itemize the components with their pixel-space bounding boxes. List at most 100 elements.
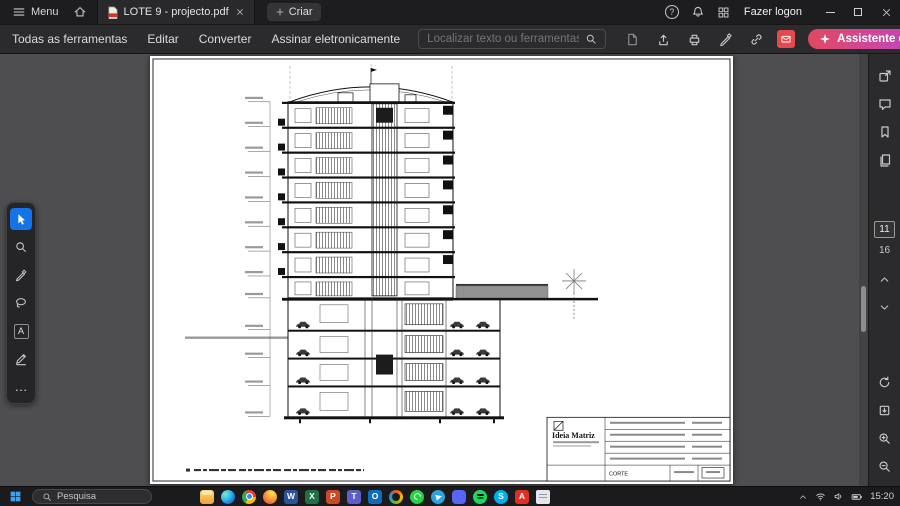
- battery-icon[interactable]: [851, 491, 863, 503]
- previous-page-button[interactable]: [876, 270, 894, 288]
- export-pdf-button[interactable]: [622, 29, 642, 49]
- document-tab-title: LOTE 9 - projecto.pdf: [124, 6, 229, 18]
- sign-button[interactable]: [715, 29, 735, 49]
- document-canvas[interactable]: Ideia Matriz CORTE: [0, 54, 868, 486]
- taskbar-app-teams[interactable]: T: [347, 490, 361, 504]
- close-window-button[interactable]: [872, 0, 900, 24]
- system-tray: 15:20: [798, 491, 894, 503]
- sheet-label: CORTE: [609, 472, 628, 478]
- maximize-icon: [854, 8, 862, 16]
- zoom-tool[interactable]: [10, 236, 32, 258]
- bookmarks-panel-button[interactable]: [876, 123, 894, 141]
- taskbar-app-powerpoint[interactable]: P: [326, 490, 340, 504]
- refresh-icon: [877, 375, 892, 390]
- taskbar-app-copilot[interactable]: [389, 490, 403, 504]
- vertical-scrollbar[interactable]: [859, 54, 868, 486]
- quick-tools-palette: A …: [6, 202, 36, 404]
- taskbar-app-spotify[interactable]: [473, 490, 487, 504]
- print-button[interactable]: [684, 29, 704, 49]
- company-name: Ideia Matriz: [552, 431, 595, 440]
- minimize-button[interactable]: [816, 0, 844, 24]
- add-text-tool[interactable]: A: [10, 320, 32, 342]
- text-icon: A: [14, 324, 29, 339]
- share-icon: [656, 32, 671, 47]
- create-button[interactable]: Criar: [267, 3, 321, 21]
- pdf-page[interactable]: Ideia Matriz CORTE: [150, 56, 733, 484]
- clock[interactable]: 15:20: [870, 491, 894, 502]
- lasso-icon: [14, 296, 28, 310]
- volume-icon[interactable]: [833, 491, 844, 502]
- cursor-icon: [14, 212, 28, 226]
- pages-panel-button[interactable]: [876, 151, 894, 169]
- menu-label: Menu: [31, 6, 59, 18]
- refresh-view-button[interactable]: [876, 373, 894, 391]
- create-label: Criar: [289, 6, 313, 18]
- menu-all-tools[interactable]: Todas as ferramentas: [10, 28, 129, 50]
- lasso-tool[interactable]: [10, 292, 32, 314]
- windows-logo-icon: [9, 490, 22, 503]
- total-pages: 16: [879, 245, 890, 256]
- search-icon: [585, 33, 597, 45]
- help-button[interactable]: ?: [665, 5, 679, 19]
- building-tower: [278, 102, 455, 298]
- email-button[interactable]: [777, 30, 795, 48]
- zoom-in-icon: [877, 431, 892, 446]
- taskbar-search-label: Pesquisa: [57, 491, 96, 502]
- next-page-button[interactable]: [876, 298, 894, 316]
- taskbar-app-telegram[interactable]: [431, 490, 445, 504]
- taskbar-app-skype[interactable]: S: [494, 490, 508, 504]
- taskbar-search[interactable]: Pesquisa: [32, 489, 152, 504]
- comment-bubble-icon: [877, 96, 893, 112]
- taskbar-app-whatsapp[interactable]: [410, 490, 424, 504]
- taskbar-app-outlook[interactable]: O: [368, 490, 382, 504]
- close-tab-icon[interactable]: [235, 7, 245, 17]
- taskbar-app-notepad[interactable]: [536, 490, 550, 504]
- menu-edit[interactable]: Editar: [145, 28, 180, 50]
- home-button[interactable]: [69, 5, 91, 19]
- hamburger-icon: [12, 5, 26, 19]
- menu-button[interactable]: Menu: [8, 5, 63, 19]
- taskbar-app-edge[interactable]: [221, 490, 235, 504]
- taskbar-app-file-explorer[interactable]: [200, 490, 214, 504]
- menu-convert[interactable]: Converter: [197, 28, 254, 50]
- search-box[interactable]: [418, 29, 606, 49]
- zoom-in-button[interactable]: [876, 429, 894, 447]
- wifi-icon[interactable]: [815, 491, 826, 502]
- notifications-bell-icon[interactable]: [691, 5, 705, 19]
- maximize-button[interactable]: [844, 0, 872, 24]
- link-button[interactable]: [746, 29, 766, 49]
- select-tool[interactable]: [10, 208, 32, 230]
- apps-grid-icon[interactable]: [717, 6, 730, 19]
- current-page-indicator[interactable]: 11: [874, 221, 894, 238]
- level-dimensions: [245, 97, 270, 417]
- taskbar-app-excel[interactable]: X: [305, 490, 319, 504]
- draw-tool[interactable]: [10, 348, 32, 370]
- scrollbar-thumb[interactable]: [861, 286, 866, 332]
- menu-esign[interactable]: Assinar eletronicamente: [269, 28, 402, 50]
- download-button[interactable]: [876, 401, 894, 419]
- taskbar-app-acrobat[interactable]: A: [515, 490, 529, 504]
- ai-assistant-button[interactable]: Assistente de IA: [808, 29, 900, 49]
- search-input[interactable]: [427, 33, 579, 45]
- export-panel-button[interactable]: [876, 67, 894, 85]
- pages-icon: [877, 152, 893, 168]
- roof: [290, 68, 452, 102]
- zoom-out-icon: [877, 459, 892, 474]
- sign-tool[interactable]: [10, 264, 32, 286]
- sign-in-button[interactable]: Fazer logon: [742, 6, 804, 18]
- share-button[interactable]: [653, 29, 673, 49]
- acrobat-window: Menu LOTE 9 - projecto.pdf Criar ? Fazer…: [0, 0, 900, 506]
- start-button[interactable]: [6, 488, 24, 506]
- taskbar-app-discord[interactable]: [452, 490, 466, 504]
- search-icon: [42, 492, 52, 502]
- comments-panel-button[interactable]: [876, 95, 894, 113]
- taskbar-app-word[interactable]: W: [284, 490, 298, 504]
- title-block: Ideia Matriz CORTE: [547, 417, 730, 481]
- tray-expand-icon[interactable]: [798, 492, 808, 502]
- taskbar-app-firefox[interactable]: [263, 490, 277, 504]
- window-controls: [816, 0, 900, 24]
- taskbar-app-chrome[interactable]: [242, 490, 256, 504]
- zoom-out-button[interactable]: [876, 457, 894, 475]
- document-tab[interactable]: LOTE 9 - projecto.pdf: [97, 0, 255, 24]
- more-tools[interactable]: …: [10, 376, 32, 398]
